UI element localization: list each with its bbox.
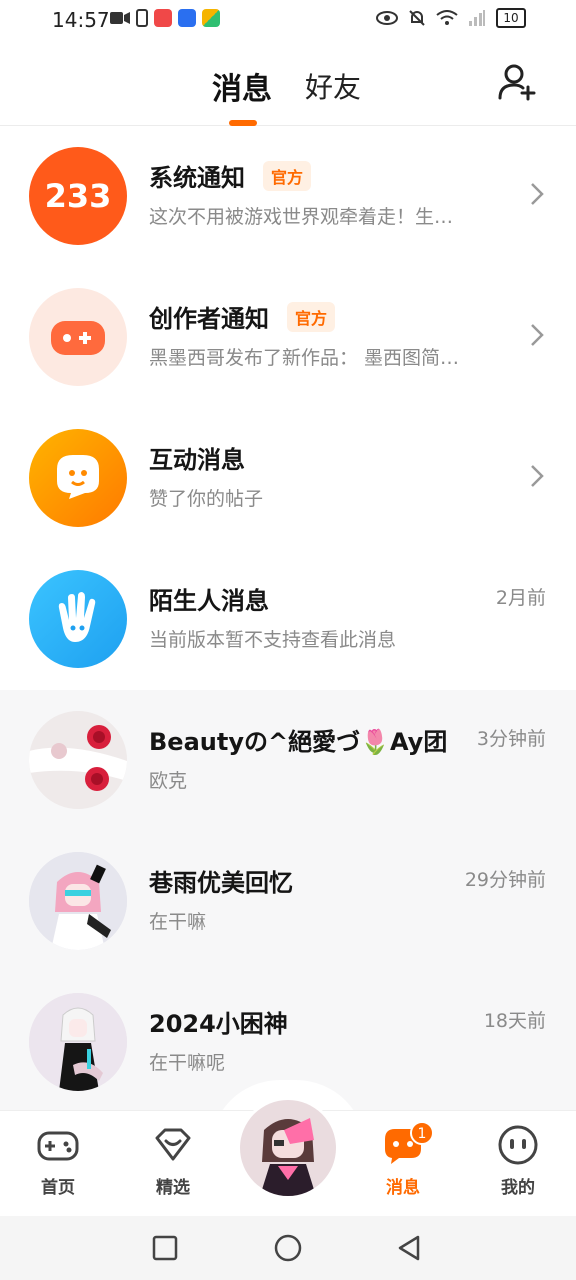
gamepad-plus-icon [29, 288, 127, 386]
list-item-interaction[interactable]: 互动消息 赞了你的帖子 [0, 408, 576, 549]
official-badge: 官方 [263, 161, 312, 191]
row-subtitle: 在干嘛 [149, 911, 207, 933]
signal-icon [469, 10, 485, 26]
center-user-avatar[interactable] [237, 1097, 339, 1199]
app-multicolor-icon [202, 9, 220, 27]
face-icon [498, 1125, 538, 1165]
heart-gem-icon [155, 1128, 191, 1161]
back-icon[interactable] [396, 1234, 424, 1262]
official-badge: 官方 [287, 302, 336, 332]
tab-friends[interactable]: 好友 [305, 66, 361, 106]
app-blue-icon [178, 9, 196, 27]
row-subtitle: 当前版本暂不支持查看此消息 [149, 629, 397, 651]
row-title: 陌生人消息 [149, 587, 269, 615]
row-subtitle: 这次不用被游戏世界观牵着走！生… [149, 206, 454, 228]
tab-messages[interactable]: 消息 [212, 64, 272, 108]
user-avatar-white-hair [29, 993, 127, 1091]
chat-bubble-smile-icon [29, 429, 127, 527]
chevron-right-icon [531, 465, 544, 487]
row-subtitle: 在干嘛呢 [149, 1052, 226, 1074]
battery-icon: 10 [496, 8, 526, 28]
notification-badge: 1 [410, 1121, 434, 1145]
row-title: 巷雨优美回忆 [149, 869, 293, 897]
row-title: Beautyの^絕愛づ🌷Ay团 [149, 728, 448, 756]
list-item-chat[interactable]: Beautyの^絕愛づ🌷Ay团 欧克 3分钟前 [0, 690, 576, 831]
video-icon [110, 12, 130, 24]
nav-label: 消息 [386, 1178, 420, 1198]
app-red-icon [154, 9, 172, 27]
add-friend-icon[interactable] [497, 62, 537, 102]
list-item-chat[interactable]: 巷雨优美回忆 在干嘛 29分钟前 [0, 831, 576, 972]
row-title: 创作者通知 官方 [149, 299, 336, 335]
status-time: 14:57 [52, 8, 110, 32]
nav-messages[interactable]: 1 消息 [358, 1121, 448, 1198]
row-title: 互动消息 [149, 446, 245, 474]
top-navigation: 消息 好友 [0, 40, 576, 126]
233-logo: 233 [29, 147, 127, 245]
nav-label: 首页 [41, 1178, 75, 1198]
nav-me[interactable]: 我的 [473, 1123, 563, 1198]
nav-home[interactable]: 首页 [13, 1123, 103, 1198]
row-subtitle: 黑墨西哥发布了新作品： 墨西图简… [149, 347, 460, 369]
row-subtitle: 赞了你的帖子 [149, 488, 264, 510]
chevron-right-icon [531, 324, 544, 346]
mute-icon [409, 10, 425, 26]
row-timestamp: 2月前 [495, 587, 546, 609]
eye-icon [376, 11, 398, 25]
list-item-stranger[interactable]: 陌生人消息 当前版本暂不支持查看此消息 2月前 [0, 549, 576, 690]
nav-label: 我的 [501, 1178, 535, 1198]
row-timestamp: 3分钟前 [476, 728, 546, 750]
row-title: 系统通知 官方 [149, 158, 312, 194]
row-subtitle: 欧克 [149, 770, 188, 792]
message-list: 233 系统通知 官方 这次不用被游戏世界观牵着走！生… 创作者通知 官方 黑墨西哥… [0, 126, 576, 1113]
row-timestamp: 18天前 [483, 1010, 546, 1032]
waving-hand-icon [29, 570, 127, 668]
row-title: 2024小困神 [149, 1010, 288, 1038]
list-item-system-notice[interactable]: 233 系统通知 官方 这次不用被游戏世界观牵着走！生… [0, 126, 576, 267]
system-navigation-bar [0, 1216, 576, 1280]
svg-text:233: 233 [45, 177, 112, 215]
nav-label: 精选 [156, 1178, 190, 1198]
home-icon[interactable] [274, 1234, 302, 1262]
user-avatar-roses [29, 711, 127, 809]
sim-icon [136, 9, 148, 27]
user-avatar-pink-hair [29, 852, 127, 950]
wifi-icon [436, 10, 458, 25]
status-bar: 14:57 10 [0, 0, 576, 40]
chevron-right-icon [531, 183, 544, 205]
list-item-creator-notice[interactable]: 创作者通知 官方 黑墨西哥发布了新作品： 墨西图简… [0, 267, 576, 408]
row-timestamp: 29分钟前 [464, 869, 546, 891]
recent-apps-icon[interactable] [151, 1234, 179, 1262]
gamepad-icon [37, 1131, 79, 1161]
nav-featured[interactable]: 精选 [128, 1123, 218, 1198]
